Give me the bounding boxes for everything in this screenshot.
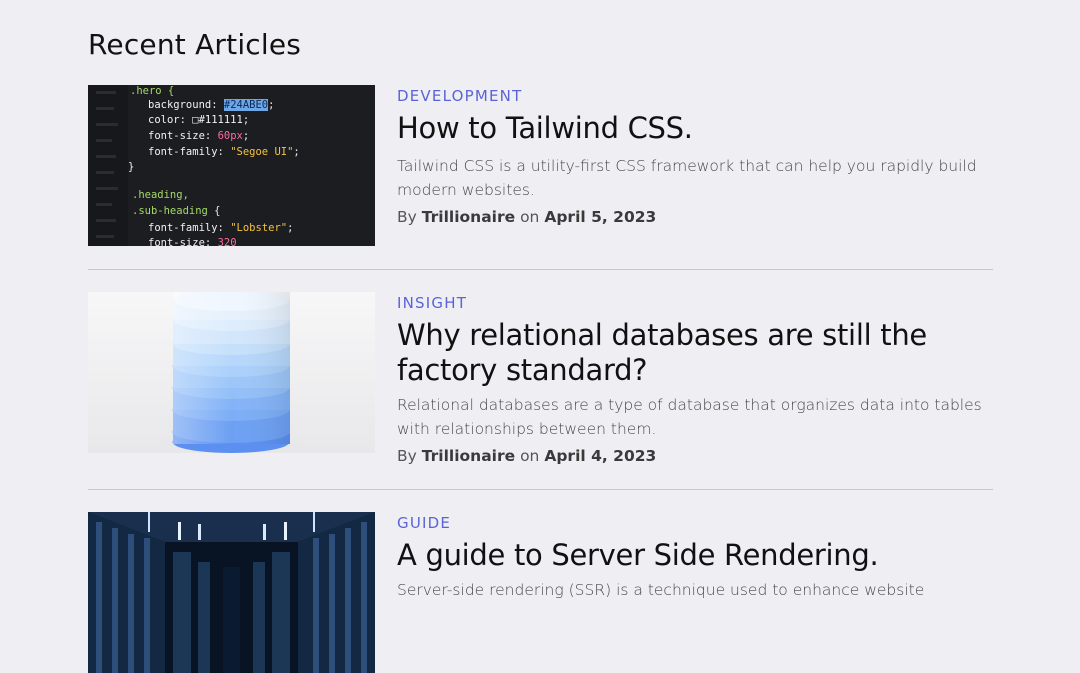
article-title[interactable]: How to Tailwind CSS. <box>397 111 993 146</box>
article-date: April 4, 2023 <box>544 447 657 465</box>
code-line: font-family: "Segoe UI"; <box>148 146 300 158</box>
article-card[interactable]: GUIDE A guide to Server Side Rendering. … <box>88 512 993 673</box>
article-byline: By Trillionaire on April 5, 2023 <box>397 206 993 228</box>
code-line: background: #24ABE0; <box>148 99 275 111</box>
article-content: GUIDE A guide to Server Side Rendering. … <box>397 512 993 673</box>
code-line: font-size: 60px; <box>148 130 250 142</box>
article-category[interactable]: INSIGHT <box>397 292 993 314</box>
code-line: } <box>128 161 135 173</box>
article-category[interactable]: GUIDE <box>397 512 993 534</box>
article-title[interactable]: A guide to Server Side Rendering. <box>397 538 993 573</box>
article-byline: By Trillionaire on April 4, 2023 <box>397 445 993 467</box>
code-line: color: □#111111; <box>148 114 250 126</box>
database-illustration <box>151 292 311 453</box>
article-card[interactable]: .hero { background: #24ABE0; color: □#11… <box>88 85 993 246</box>
article-category[interactable]: DEVELOPMENT <box>397 85 993 107</box>
on-label: on <box>520 208 540 226</box>
article-content: DEVELOPMENT How to Tailwind CSS. Tailwin… <box>397 85 993 246</box>
server-room-illustration <box>88 512 375 673</box>
article-author[interactable]: Trillionaire <box>422 208 515 226</box>
code-line: .heading, <box>132 189 189 201</box>
code-line: .hero { <box>130 85 175 97</box>
article-title[interactable]: Why relational databases are still the f… <box>397 318 993 388</box>
article-excerpt: Relational databases are a type of datab… <box>397 396 982 438</box>
divider <box>88 489 993 490</box>
on-label: on <box>520 447 540 465</box>
by-label: By <box>397 208 417 226</box>
code-line: .sub-heading { <box>132 205 221 217</box>
by-label: By <box>397 447 417 465</box>
code-line: font-size: 320 <box>148 237 237 246</box>
section-title: Recent Articles <box>88 28 302 61</box>
article-excerpt: Server-side rendering (SSR) is a techniq… <box>397 581 925 599</box>
article-author[interactable]: Trillionaire <box>422 447 515 465</box>
divider <box>88 269 993 270</box>
article-card[interactable]: INSIGHT Why relational databases are sti… <box>88 292 993 467</box>
article-excerpt: Tailwind CSS is a utility-first CSS fram… <box>397 157 977 199</box>
code-screenshot-image[interactable]: .hero { background: #24ABE0; color: □#11… <box>88 85 375 246</box>
database-cylinder-image[interactable] <box>88 292 375 453</box>
article-content: INSIGHT Why relational databases are sti… <box>397 292 993 467</box>
code-line: font-family: "Lobster"; <box>148 222 294 234</box>
server-room-image[interactable] <box>88 512 375 673</box>
article-date: April 5, 2023 <box>544 208 657 226</box>
